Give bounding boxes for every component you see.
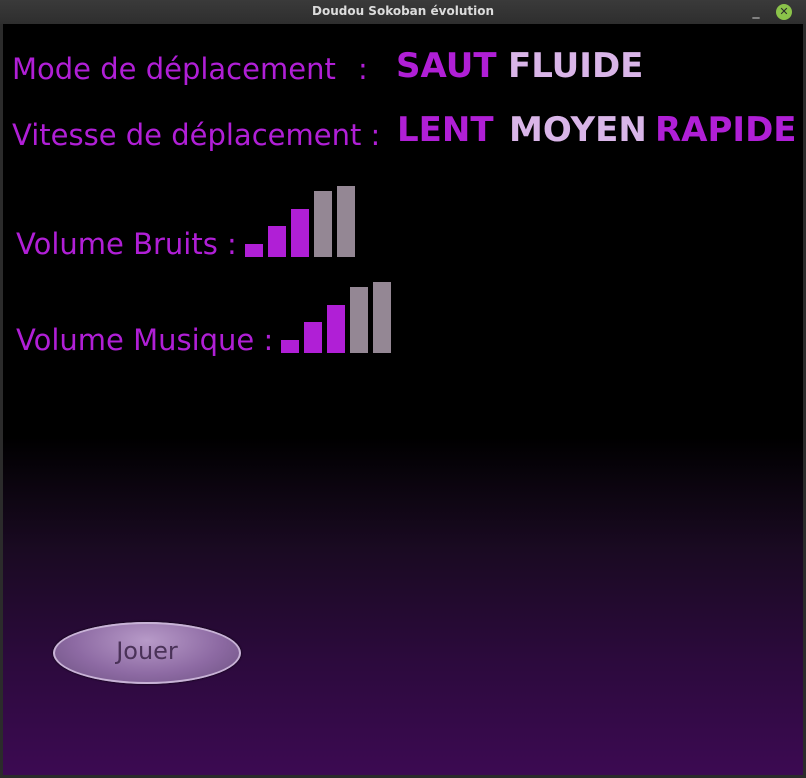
music-volume-bar-1[interactable] <box>281 340 299 353</box>
option-saut[interactable]: SAUT <box>396 46 497 86</box>
music-volume-bars[interactable] <box>281 273 401 353</box>
movement-speed-label: Vitesse de déplacement : <box>12 118 381 152</box>
movement-mode-label: Mode de déplacement <box>12 52 336 86</box>
game-window: Doudou Sokoban évolution _ ✕ Mode de dép… <box>0 0 806 778</box>
game-area: Mode de déplacement : SAUT FLUIDE Vitess… <box>3 24 803 775</box>
minimize-icon[interactable]: _ <box>748 3 764 19</box>
music-volume-label: Volume Musique : <box>16 323 274 357</box>
sound-volume-bar-3[interactable] <box>291 209 309 257</box>
sound-volume-bar-4[interactable] <box>314 191 332 257</box>
close-icon[interactable]: ✕ <box>776 4 792 20</box>
sound-volume-bars[interactable] <box>245 177 365 257</box>
sound-volume-bar-1[interactable] <box>245 244 263 257</box>
sound-volume-bar-2[interactable] <box>268 226 286 257</box>
sound-volume-label: Volume Bruits : <box>16 227 237 261</box>
music-volume-bar-3[interactable] <box>327 305 345 353</box>
title-bar: Doudou Sokoban évolution _ ✕ <box>0 0 806 24</box>
music-volume-bar-5[interactable] <box>373 282 391 353</box>
music-volume-bar-4[interactable] <box>350 287 368 353</box>
window-title: Doudou Sokoban évolution <box>312 4 494 18</box>
option-moyen[interactable]: MOYEN <box>509 110 647 150</box>
sound-volume-bar-5[interactable] <box>337 186 355 257</box>
play-button-label: Jouer <box>116 637 178 665</box>
option-lent[interactable]: LENT <box>397 110 494 150</box>
play-button[interactable]: Jouer <box>53 622 241 684</box>
option-rapide[interactable]: RAPIDE <box>655 110 797 150</box>
option-fluide[interactable]: FLUIDE <box>508 46 643 86</box>
movement-mode-colon: : <box>358 52 368 86</box>
music-volume-bar-2[interactable] <box>304 322 322 353</box>
